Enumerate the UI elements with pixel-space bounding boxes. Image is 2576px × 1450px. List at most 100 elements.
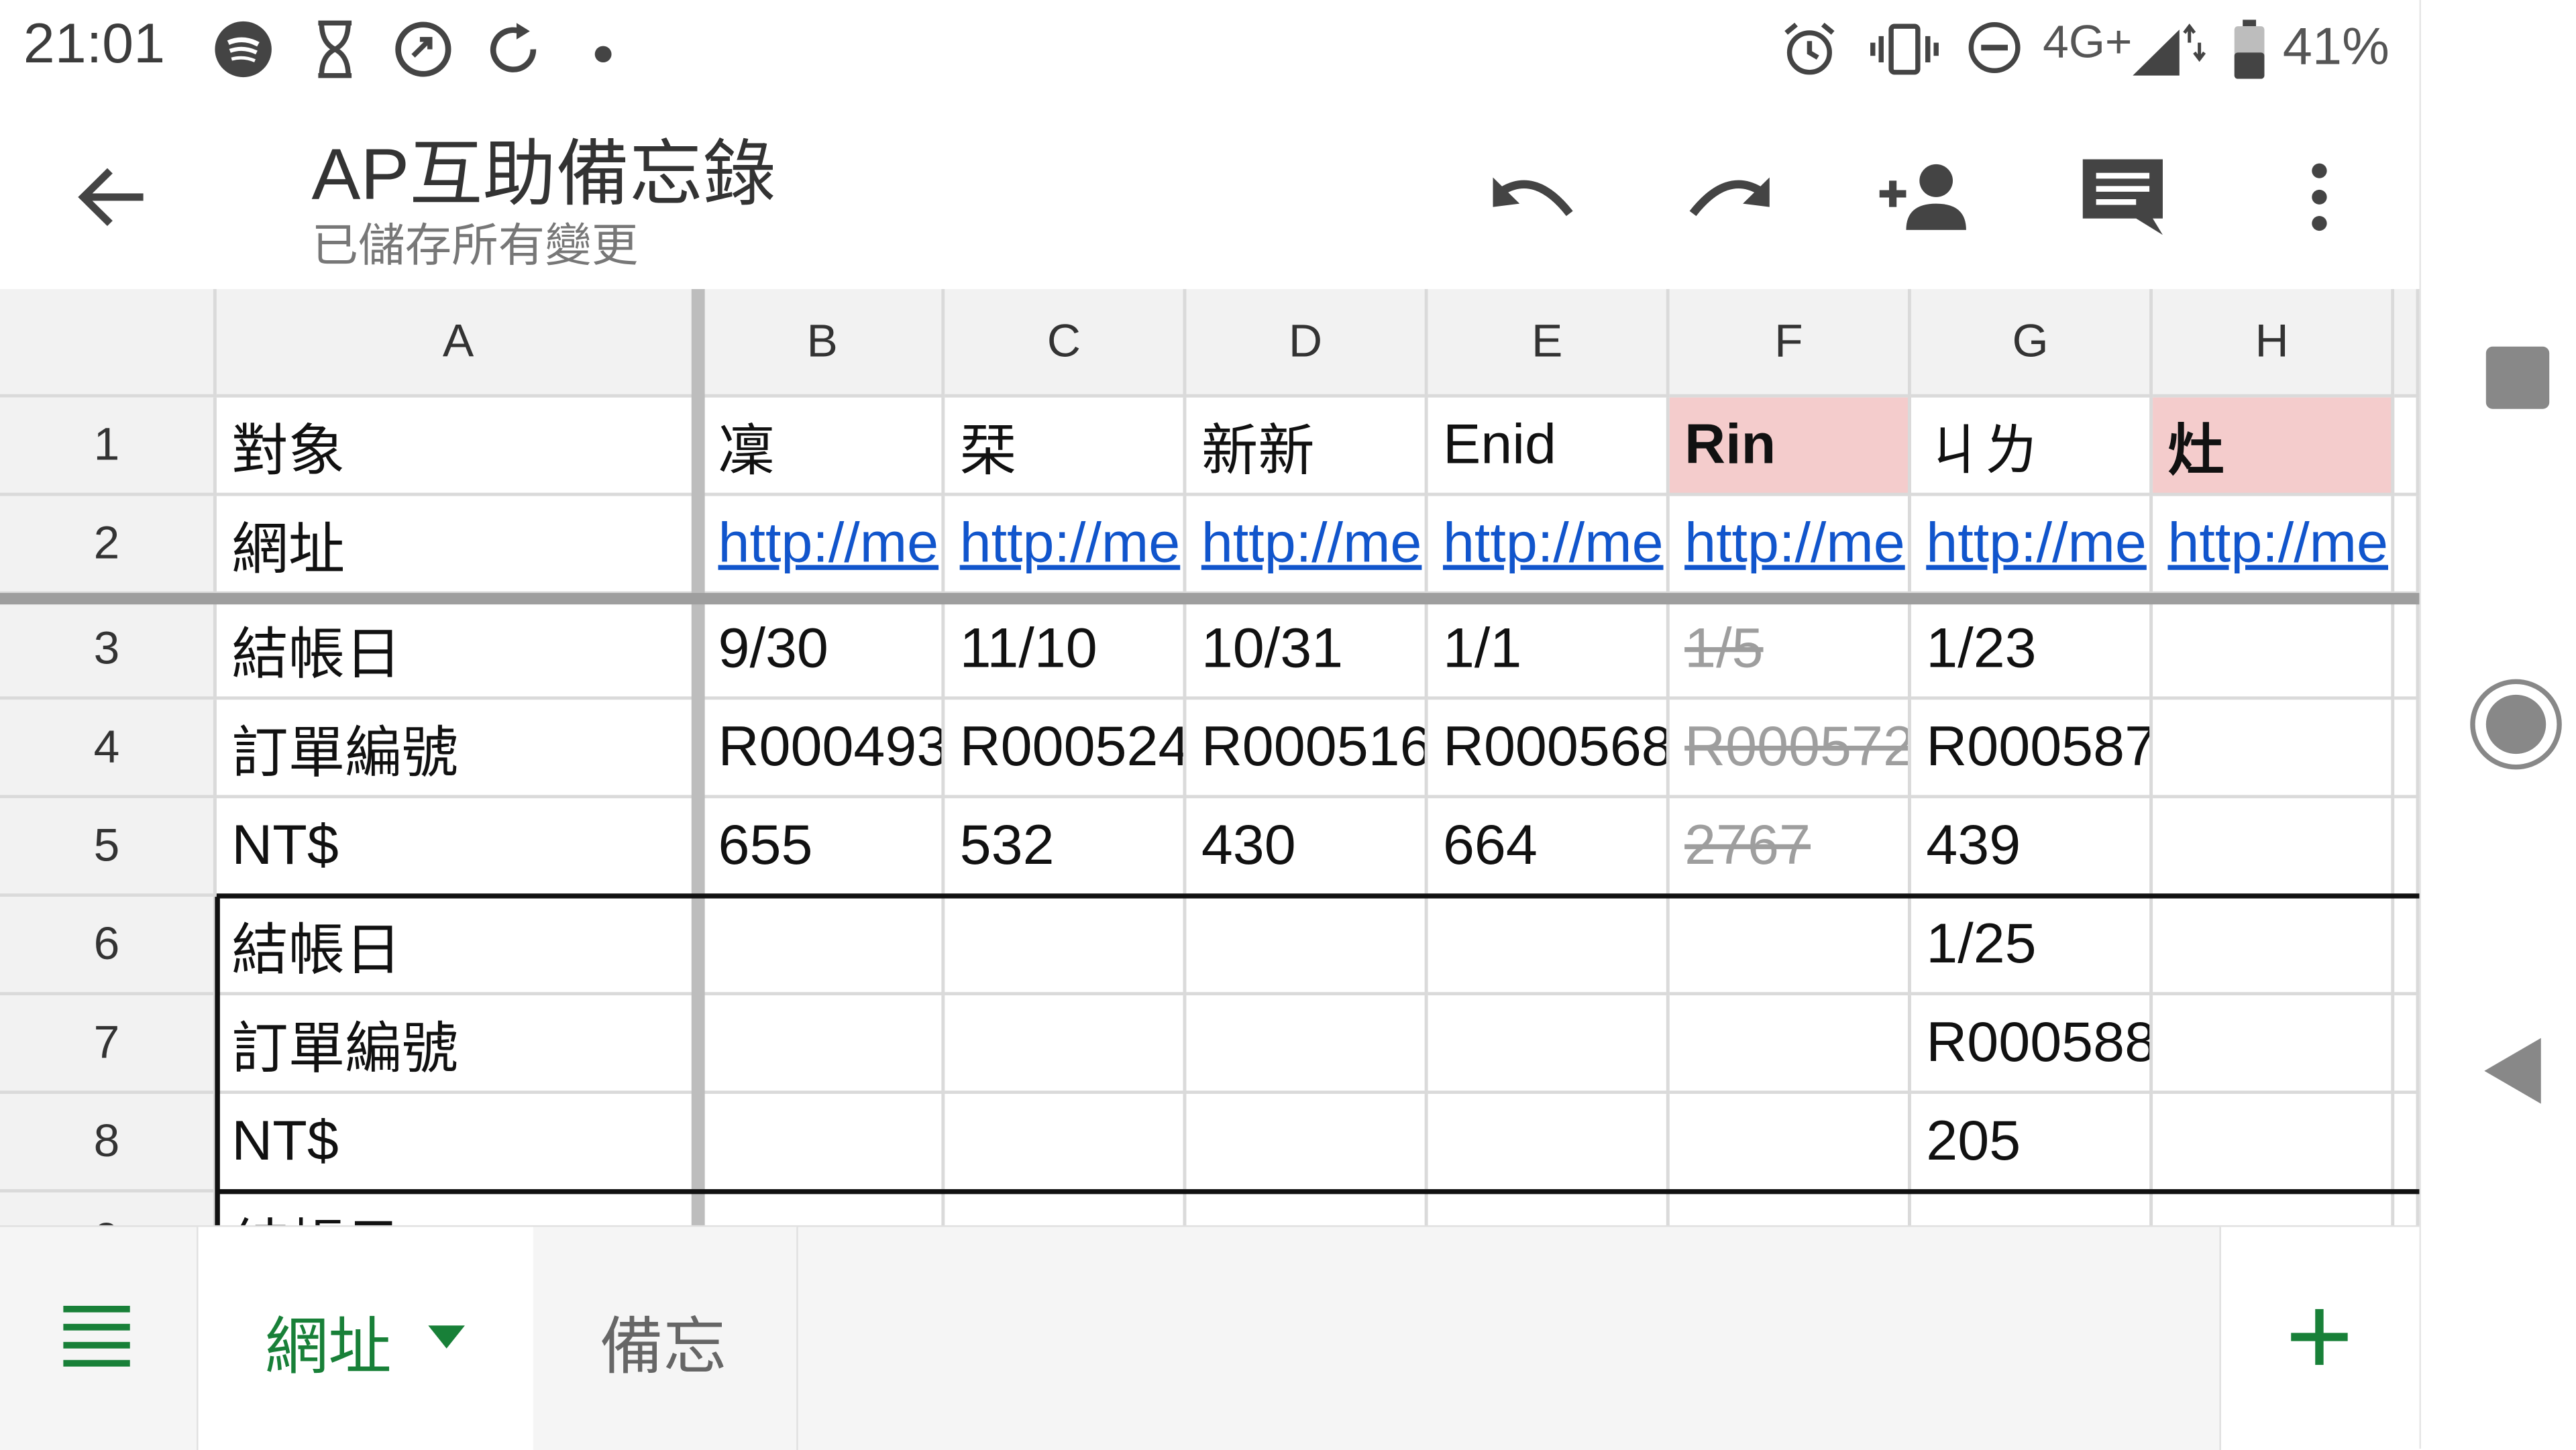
cell-D6[interactable] bbox=[1186, 897, 1428, 996]
cell-A8[interactable]: NT$ bbox=[216, 1094, 704, 1192]
column-header-B[interactable]: B bbox=[703, 289, 945, 398]
row-header-7[interactable]: 7 bbox=[0, 995, 217, 1095]
dropdown-arrow-icon[interactable] bbox=[425, 1322, 468, 1351]
cell-H3[interactable] bbox=[2153, 601, 2395, 700]
column-header-F[interactable]: F bbox=[1669, 289, 1911, 398]
cell-F8[interactable] bbox=[1669, 1094, 1911, 1192]
cell-G6[interactable]: 1/25 bbox=[1911, 897, 2153, 996]
cell-A4[interactable]: 訂單編號 bbox=[216, 700, 704, 799]
cell-A2[interactable]: 網址 bbox=[216, 496, 704, 595]
cell-H8[interactable] bbox=[2153, 1094, 2395, 1192]
row-header-6[interactable]: 6 bbox=[0, 897, 217, 996]
cell-F1[interactable]: Rin bbox=[1669, 397, 1911, 496]
row-header-1[interactable]: 1 bbox=[0, 397, 217, 496]
cell-B4[interactable]: R000493 bbox=[703, 700, 945, 799]
cell-G4[interactable]: R000587 bbox=[1911, 700, 2153, 799]
cell-G2[interactable]: http://me bbox=[1911, 496, 2153, 595]
home-circle-icon[interactable] bbox=[2468, 677, 2565, 772]
frozen-row-divider[interactable] bbox=[0, 593, 2420, 605]
cell-G8[interactable]: 205 bbox=[1911, 1094, 2153, 1192]
share-button[interactable] bbox=[1873, 145, 1980, 250]
add-sheet-button[interactable] bbox=[2219, 1227, 2421, 1450]
cell-C6[interactable] bbox=[945, 897, 1187, 996]
column-header-E[interactable]: E bbox=[1428, 289, 1670, 398]
cell-D1[interactable]: 新新 bbox=[1186, 397, 1428, 496]
column-header-C[interactable]: C bbox=[945, 289, 1187, 398]
row-header-9[interactable]: 9 bbox=[0, 1192, 217, 1225]
cell-F2[interactable]: http://me bbox=[1669, 496, 1911, 595]
spreadsheet-grid[interactable]: A B C D E F G H 1 對象 凜 栞 新新 Enid Rin ㄐㄌ 灶 2 網址 http://me htt… bbox=[0, 289, 2420, 1225]
cell-A9[interactable]: 結帳日 bbox=[217, 1192, 704, 1225]
cell-H6[interactable] bbox=[2153, 897, 2395, 996]
cell-G9[interactable] bbox=[1911, 1192, 2153, 1225]
cell-D4[interactable]: R000516 bbox=[1186, 700, 1428, 799]
document-title[interactable]: AP互助備忘錄 bbox=[311, 115, 775, 220]
cell-G3[interactable]: 1/23 bbox=[1911, 601, 2153, 700]
cell-B3[interactable]: 9/30 bbox=[703, 601, 945, 700]
cell-E3[interactable]: 1/1 bbox=[1428, 601, 1670, 700]
cell-B2[interactable]: http://me bbox=[703, 496, 945, 595]
cell-B5[interactable]: 655 bbox=[703, 798, 945, 897]
comment-button[interactable] bbox=[2070, 145, 2176, 250]
row-header-4[interactable]: 4 bbox=[0, 700, 217, 799]
cell-A7[interactable]: 訂單編號 bbox=[216, 995, 704, 1095]
cell-A3[interactable]: 結帳日 bbox=[216, 601, 704, 700]
undo-button[interactable] bbox=[1480, 145, 1587, 250]
cell-F5[interactable]: 2767 bbox=[1669, 798, 1911, 897]
cell-D9[interactable] bbox=[1186, 1192, 1428, 1225]
cell-E8[interactable] bbox=[1428, 1094, 1670, 1192]
cell-D8[interactable] bbox=[1186, 1094, 1428, 1192]
frozen-column-divider[interactable] bbox=[691, 289, 705, 1225]
back-button[interactable] bbox=[60, 145, 166, 250]
cell-E7[interactable] bbox=[1428, 995, 1670, 1095]
cell-E6[interactable] bbox=[1428, 897, 1670, 996]
row-header-8[interactable]: 8 bbox=[0, 1094, 217, 1192]
cell-B1[interactable]: 凜 bbox=[703, 397, 945, 496]
cell-B8[interactable] bbox=[703, 1094, 945, 1192]
cell-F7[interactable] bbox=[1669, 995, 1911, 1095]
cell-G1[interactable]: ㄐㄌ bbox=[1911, 397, 2153, 496]
cell-C3[interactable]: 11/10 bbox=[945, 601, 1187, 700]
cell-D2[interactable]: http://me bbox=[1186, 496, 1428, 595]
cell-E1[interactable]: Enid bbox=[1428, 397, 1670, 496]
cell-C4[interactable]: R000524 bbox=[945, 700, 1187, 799]
select-all-corner[interactable] bbox=[0, 289, 217, 398]
back-triangle-icon[interactable] bbox=[2481, 1035, 2544, 1107]
column-header-D[interactable]: D bbox=[1186, 289, 1428, 398]
cell-H4[interactable] bbox=[2153, 700, 2395, 799]
cell-F9[interactable] bbox=[1670, 1192, 1911, 1225]
cell-G7[interactable]: R000588 bbox=[1911, 995, 2153, 1095]
cell-A1[interactable]: 對象 bbox=[216, 397, 704, 496]
more-options-button[interactable] bbox=[2266, 145, 2373, 250]
cell-A5[interactable]: NT$ bbox=[216, 798, 704, 897]
cell-D7[interactable] bbox=[1186, 995, 1428, 1095]
all-sheets-button[interactable] bbox=[50, 1296, 144, 1378]
cell-E2[interactable]: http://me bbox=[1428, 496, 1670, 595]
tab-網址[interactable]: 網址 bbox=[197, 1227, 537, 1450]
cell-D3[interactable]: 10/31 bbox=[1186, 601, 1428, 700]
row-header-2[interactable]: 2 bbox=[0, 496, 217, 595]
cell-C9[interactable] bbox=[945, 1192, 1187, 1225]
cell-A6[interactable]: 結帳日 bbox=[216, 897, 704, 996]
cell-H2[interactable]: http://me bbox=[2153, 496, 2395, 595]
cell-F4[interactable]: R000572 bbox=[1669, 700, 1911, 799]
cell-H7[interactable] bbox=[2153, 995, 2395, 1095]
cell-E9[interactable] bbox=[1428, 1192, 1670, 1225]
row-header-5[interactable]: 5 bbox=[0, 798, 217, 897]
row-header-3[interactable]: 3 bbox=[0, 601, 217, 700]
column-header-A[interactable]: A bbox=[216, 289, 704, 398]
cell-F3[interactable]: 1/5 bbox=[1669, 601, 1911, 700]
cell-C1[interactable]: 栞 bbox=[945, 397, 1187, 496]
redo-button[interactable] bbox=[1676, 145, 1783, 250]
cell-D5[interactable]: 430 bbox=[1186, 798, 1428, 897]
cell-F6[interactable] bbox=[1669, 897, 1911, 996]
column-header-G[interactable]: G bbox=[1911, 289, 2153, 398]
tab-備忘[interactable]: 備忘 bbox=[533, 1227, 798, 1450]
cell-G5[interactable]: 439 bbox=[1911, 798, 2153, 897]
cell-C5[interactable]: 532 bbox=[945, 798, 1187, 897]
cell-E4[interactable]: R000568 bbox=[1428, 700, 1670, 799]
cell-C8[interactable] bbox=[945, 1094, 1187, 1192]
cell-B6[interactable] bbox=[703, 897, 945, 996]
column-header-H[interactable]: H bbox=[2153, 289, 2395, 398]
recents-square-icon[interactable] bbox=[2484, 345, 2551, 410]
